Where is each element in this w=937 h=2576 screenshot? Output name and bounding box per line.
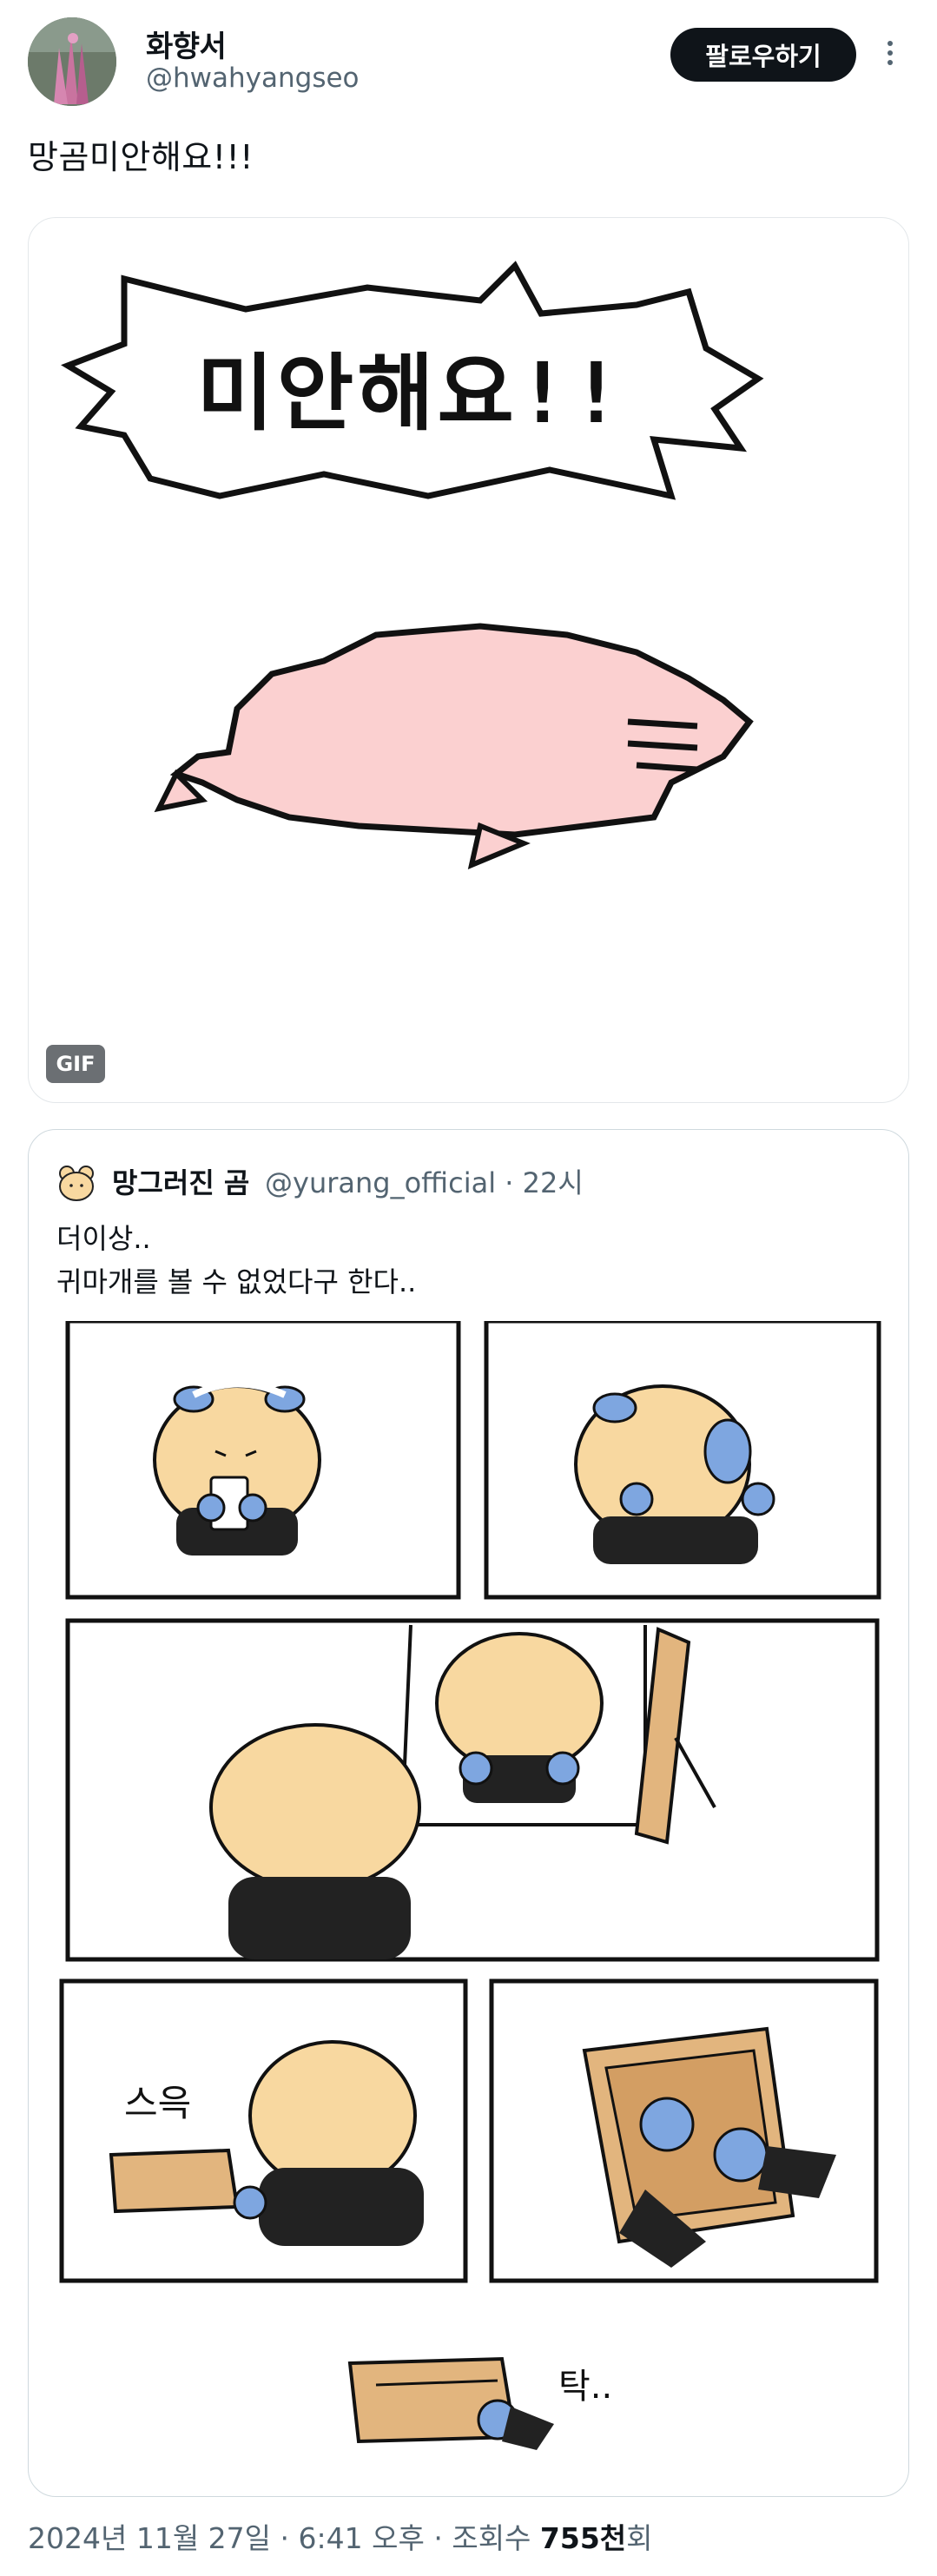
more-vertical-icon[interactable] (877, 36, 903, 71)
author-handle[interactable]: @hwahyangseo (146, 63, 360, 94)
sfx-text: 탁.. (558, 2367, 612, 2407)
tweet-header: 화향서 @hwahyangseo 팔로우하기 (0, 0, 937, 130)
quote-author-handle[interactable]: @yurang_official (265, 1166, 496, 1199)
comic-panel: 탁.. (347, 2356, 612, 2450)
bear-avatar-icon (59, 1166, 94, 1201)
gif-badge: GIF (46, 1045, 105, 1083)
quote-text-line: 귀마개를 볼 수 없었다구 한다.. (56, 1265, 417, 1298)
quote-author-name[interactable]: 망그러진 곰 (112, 1161, 249, 1201)
gif-media[interactable]: 미안해요!! GIF (28, 217, 909, 1103)
views-count: 755천 (539, 2521, 627, 2555)
comic-panel (489, 1978, 879, 2283)
speech-text: 미안해요!! (197, 345, 625, 442)
tweet-footer: 2024년 11월 27일 · 6:41 오후 · 조회수 755천회 (28, 2521, 653, 2555)
quote-meta: @yurang_official · 22시 (265, 1166, 584, 1199)
author-name[interactable]: 화향서 (146, 23, 227, 65)
quoted-tweet[interactable]: 망그러진 곰 @yurang_official · 22시 더이상.. 귀마개를… (28, 1129, 909, 2497)
author-avatar[interactable] (28, 17, 116, 106)
comic-panel (65, 1321, 461, 1600)
comic-image[interactable]: 스윽 탁.. (29, 1321, 909, 2497)
comic-panel (65, 1618, 880, 1962)
tweet-date[interactable]: 2024년 11월 27일 (28, 2521, 271, 2555)
pink-blob (169, 623, 754, 838)
tweet-time[interactable]: 6:41 오후 (299, 2521, 425, 2555)
comic-panel (484, 1321, 881, 1600)
gif-illustration: 미안해요!! (61, 261, 764, 869)
quote-text-line: 더이상.. (56, 1222, 151, 1255)
tweet-text: 망곰미안해요!!! (28, 138, 254, 176)
views-suffix: 회 (626, 2521, 653, 2555)
quote-time: 22시 (522, 1166, 584, 1199)
sfx-text: 스윽 (124, 2082, 191, 2124)
views-label: 조회수 (452, 2521, 531, 2555)
follow-button[interactable]: 팔로우하기 (670, 28, 856, 82)
comic-panel: 스윽 (59, 1978, 468, 2283)
